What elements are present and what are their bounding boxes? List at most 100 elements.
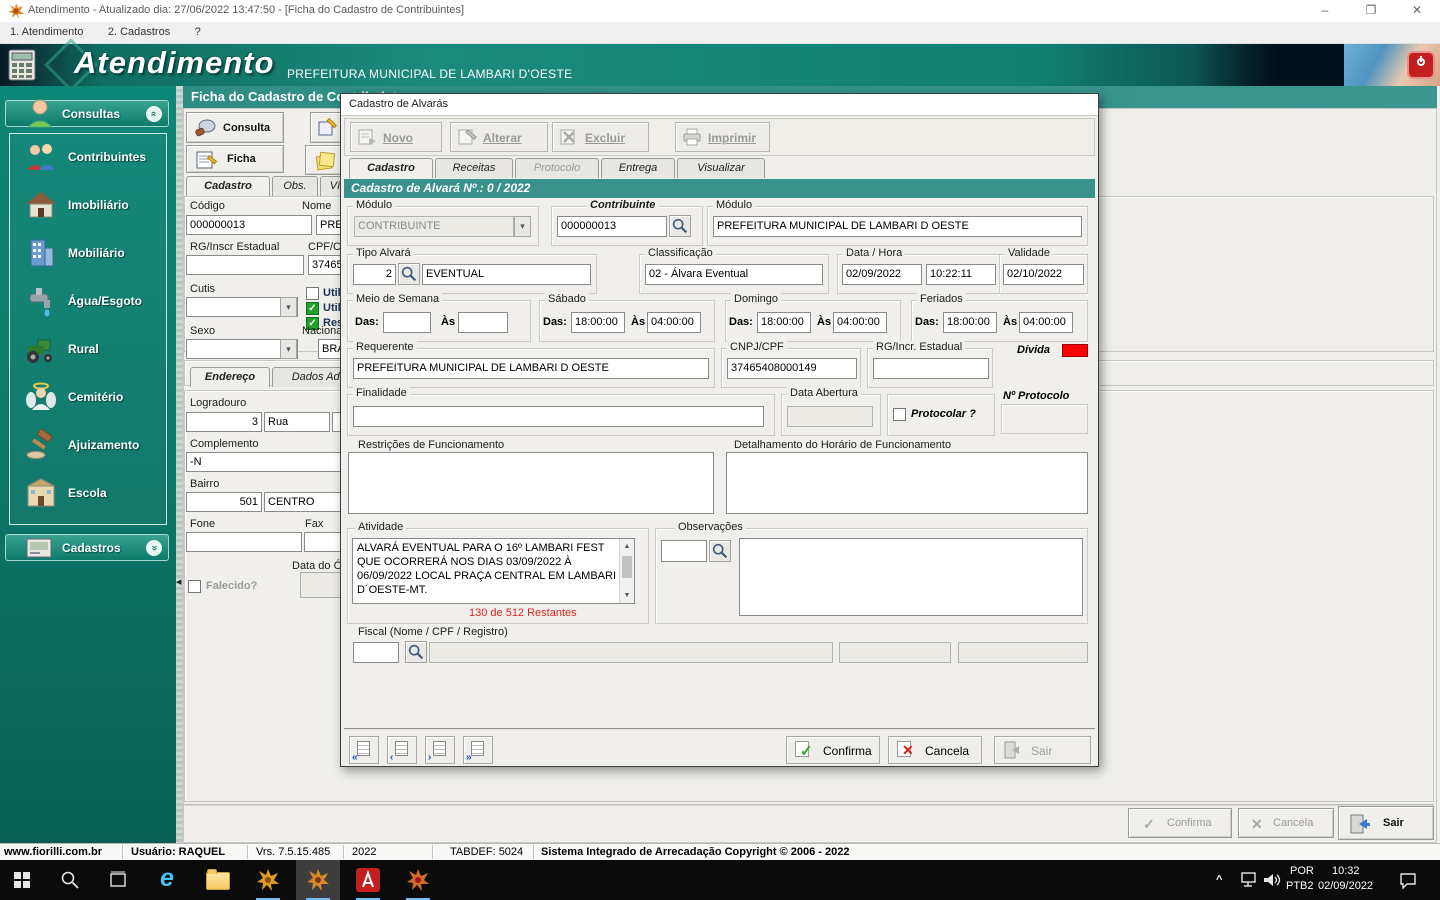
sabado-das-field[interactable]: 18:00:00 [571,312,625,333]
bairro-num-field[interactable]: 501 [186,492,262,512]
sidebar-item-mobiliario[interactable]: Mobiliário [10,230,166,278]
sidebar-item-ajuizamento[interactable]: Ajuizamento [10,422,166,470]
adobe-reader-button[interactable] [346,860,390,900]
codigo-field[interactable]: 000000013 [186,215,312,235]
sidebar-item-agua-esgoto[interactable]: Água/Esgoto [10,278,166,326]
sabado-as-field[interactable]: 04:00:00 [647,312,701,333]
task-view-button[interactable] [96,860,140,900]
logradouro-tipo-field[interactable]: Rua [264,412,330,432]
contribuinte-search-icon[interactable] [669,215,691,237]
dialog-tab-entrega[interactable]: Entrega [601,158,675,178]
tipo-alvara-num-field[interactable]: 2 [353,264,396,285]
cnpj-field[interactable]: 37465408000149 [727,358,857,379]
complemento-field[interactable]: -N [186,452,356,472]
dialog-tab-protocolo[interactable]: Protocolo [515,158,599,178]
observacoes-textarea[interactable] [739,538,1083,616]
confirma-button[interactable]: ✓ Confirma [786,736,880,764]
sidebar-item-rural[interactable]: Rural [10,326,166,374]
observacoes-cod-field[interactable] [661,540,707,562]
tipo-alvara-desc-field[interactable]: EVENTUAL [422,264,591,285]
minimize-icon[interactable]: – [1302,0,1348,22]
sidebar-item-cemiterio[interactable]: Cemitério [10,374,166,422]
notification-center-icon[interactable] [1398,871,1418,889]
classificacao-field[interactable]: 02 - Álvara Eventual [645,264,823,285]
domingo-as-field[interactable]: 04:00:00 [833,312,887,333]
requerente-field[interactable]: PREFEITURA MUNICIPAL DE LAMBARI D OESTE [353,358,709,379]
rg-incr-field[interactable] [873,358,989,379]
chevron-down-icon[interactable]: » [146,540,162,556]
sidebar-item-imobiliario[interactable]: Imobiliário [10,182,166,230]
tray-keyboard-layout[interactable]: PTB2 [1286,880,1314,892]
ficha-button[interactable]: Ficha [186,145,284,173]
validade-field[interactable]: 02/10/2022 [1003,264,1084,285]
tray-clock-date[interactable]: 02/09/2022 [1318,880,1373,892]
first-record-button[interactable]: « [349,736,379,764]
dialog-tab-visualizar[interactable]: Visualizar [677,158,765,178]
rg-field[interactable] [186,255,304,275]
consulta-button[interactable]: Consulta [186,112,284,143]
hora-field[interactable]: 10:22:11 [926,264,996,285]
power-button-icon[interactable] [1407,51,1435,79]
next-record-button[interactable]: › [425,736,455,764]
fiscal-search-icon[interactable] [405,641,427,663]
tab-endereco[interactable]: Endereço [190,367,270,387]
detalhamento-textarea[interactable] [726,452,1088,514]
scroll-thumb[interactable] [622,556,632,578]
prev-record-button[interactable]: ‹ [387,736,417,764]
tray-chevron-icon[interactable]: ^ [1216,874,1222,886]
last-record-button[interactable]: » [463,736,493,764]
notes-button[interactable] [305,145,344,175]
feriados-das-field[interactable]: 18:00:00 [943,312,997,333]
internet-explorer-button[interactable]: e [148,860,192,900]
fone-field[interactable] [186,532,302,552]
volume-icon[interactable] [1262,871,1282,889]
menu-help[interactable]: ? [185,22,211,38]
contribuinte-field[interactable]: 000000013 [557,216,667,237]
scroll-down-icon[interactable]: ▼ [620,588,634,603]
logradouro-num-field[interactable]: 3 [186,412,262,432]
cutis-dropdown-icon[interactable]: ▾ [280,297,297,317]
restricoes-textarea[interactable] [348,452,714,514]
network-icon[interactable] [1240,871,1260,889]
edit-note-button[interactable] [310,112,344,143]
chevron-up-icon[interactable]: » [146,106,162,122]
modulo-nome-field[interactable]: PREFEITURA MUNICIPAL DE LAMBARI D OESTE [713,216,1082,237]
sexo-dropdown-icon[interactable]: ▾ [280,339,297,359]
menu-cadastros[interactable]: 2. Cadastros [98,22,180,38]
menu-atendimento[interactable]: 1. Atendimento [0,22,93,38]
sidebar-item-contribuintes[interactable]: Contribuintes [10,134,166,182]
ficha-sair-button[interactable]: Sair [1338,806,1434,840]
ficha-tab-cadastro[interactable]: Cadastro [186,176,270,196]
fiorilli-app2-button-active[interactable] [296,860,340,900]
sidebar-group-consultas[interactable]: Consultas » [5,99,169,128]
data-field[interactable]: 02/09/2022 [842,264,922,285]
fiscal-cod-field[interactable] [353,642,399,663]
panel-splitter[interactable]: ◀ [176,86,183,843]
scroll-up-icon[interactable]: ▲ [620,539,634,554]
cancela-button[interactable]: ✕ Cancela [888,736,982,764]
util1-checkbox[interactable] [306,287,319,300]
dialog-tab-receitas[interactable]: Receitas [435,158,513,178]
util2-checkbox[interactable]: ✓ [306,302,319,315]
restore-icon[interactable]: ❐ [1348,0,1394,22]
feriados-as-field[interactable]: 04:00:00 [1019,312,1073,333]
file-explorer-button[interactable] [196,860,240,900]
meio-das-field[interactable] [383,312,431,333]
tray-language[interactable]: POR [1290,865,1314,877]
fiorilli-app3-button[interactable] [396,860,440,900]
protocolar-checkbox[interactable] [893,408,906,421]
dialog-tab-cadastro[interactable]: Cadastro [349,158,433,178]
tipo-alvara-search-icon[interactable] [398,263,420,285]
atividade-textarea[interactable]: ALVARÁ EVENTUAL PARA O 16º LAMBARI FEST … [352,538,635,604]
observacoes-search-icon[interactable] [709,540,731,562]
close-icon[interactable]: ✕ [1394,0,1440,22]
taskbar-search-button[interactable] [48,860,92,900]
fiorilli-app1-button[interactable] [246,860,290,900]
tray-clock-time[interactable]: 10:32 [1332,865,1360,877]
meio-as-field[interactable] [458,312,508,333]
ficha-tab-obs[interactable]: Obs. [272,176,318,196]
start-button[interactable] [0,860,44,900]
atividade-scrollbar[interactable]: ▲ ▼ [619,539,634,603]
falecido-checkbox[interactable] [188,580,201,593]
sidebar-group-cadastros[interactable]: Cadastros » [5,534,169,561]
